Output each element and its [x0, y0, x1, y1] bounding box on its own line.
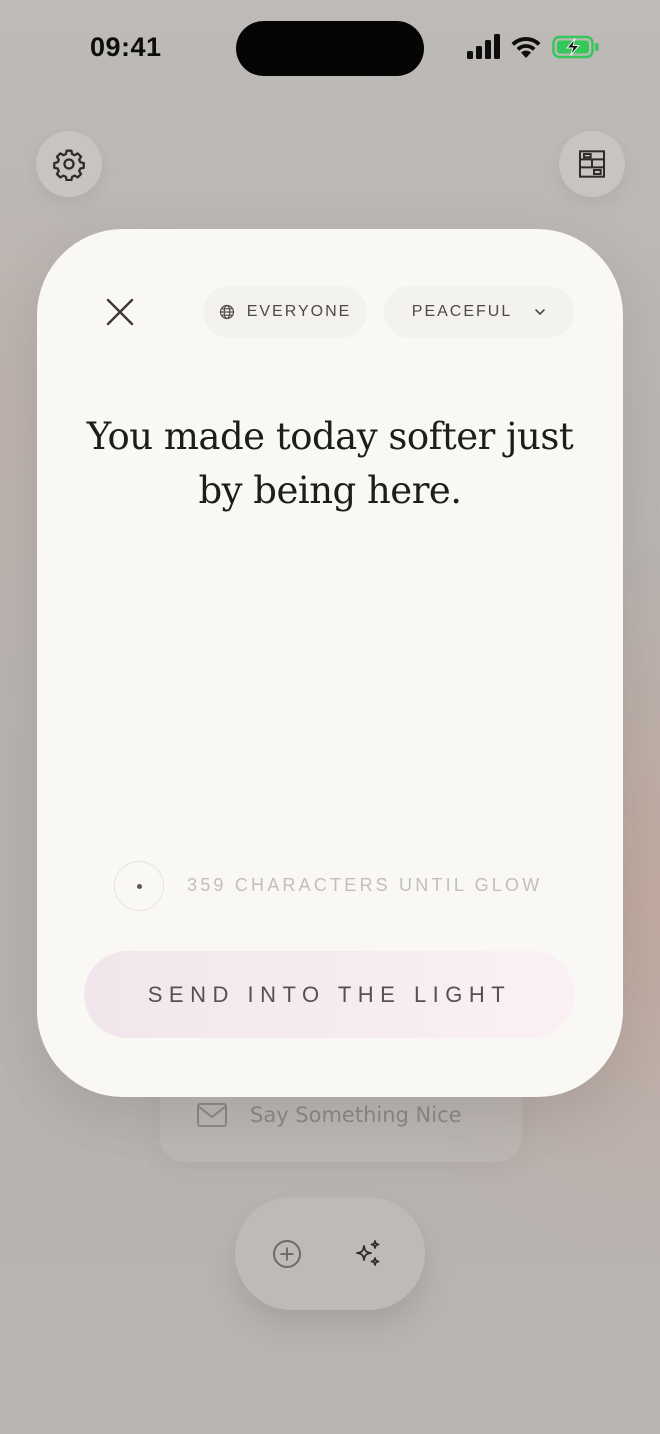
send-button-label: SEND INTO THE LIGHT — [147, 981, 512, 1007]
progress-dot — [136, 883, 142, 889]
audience-selector[interactable]: EVERYONE — [203, 286, 367, 338]
say-something-nice-label: Say Something Nice — [250, 1103, 462, 1127]
mail-icon — [197, 1103, 227, 1127]
globe-icon — [219, 304, 234, 320]
settings-button[interactable] — [36, 131, 102, 197]
signal-icon — [467, 34, 500, 59]
mood-label: PEACEFUL — [411, 303, 513, 320]
sparkle-button[interactable] — [346, 1232, 390, 1276]
say-something-nice-row[interactable]: Say Something Nice — [196, 1102, 462, 1128]
gear-icon — [53, 149, 85, 181]
mood-selector[interactable]: PEACEFUL — [384, 286, 574, 338]
send-button[interactable]: SEND INTO THE LIGHT — [84, 951, 575, 1038]
bottom-action-bar — [235, 1197, 425, 1310]
close-button[interactable] — [102, 294, 138, 330]
library-icon — [579, 150, 605, 178]
wifi-icon — [511, 36, 541, 58]
chevron-down-icon — [535, 309, 546, 316]
audience-label: EVERYONE — [246, 303, 352, 320]
status-time: 09:41 — [90, 32, 162, 62]
sparkles-icon — [356, 1240, 380, 1266]
status-icons — [466, 34, 602, 62]
glow-progress-ring — [114, 861, 164, 911]
dynamic-island — [236, 21, 424, 76]
close-icon — [106, 298, 134, 326]
library-button[interactable] — [559, 131, 625, 197]
message-text[interactable]: You made today softer just by being here… — [70, 410, 590, 518]
plus-circle-icon — [273, 1240, 301, 1268]
add-button[interactable] — [265, 1232, 309, 1276]
characters-until-glow: 359 CHARACTERS UNTIL GLOW — [187, 875, 543, 895]
battery-charging-icon — [552, 35, 599, 59]
